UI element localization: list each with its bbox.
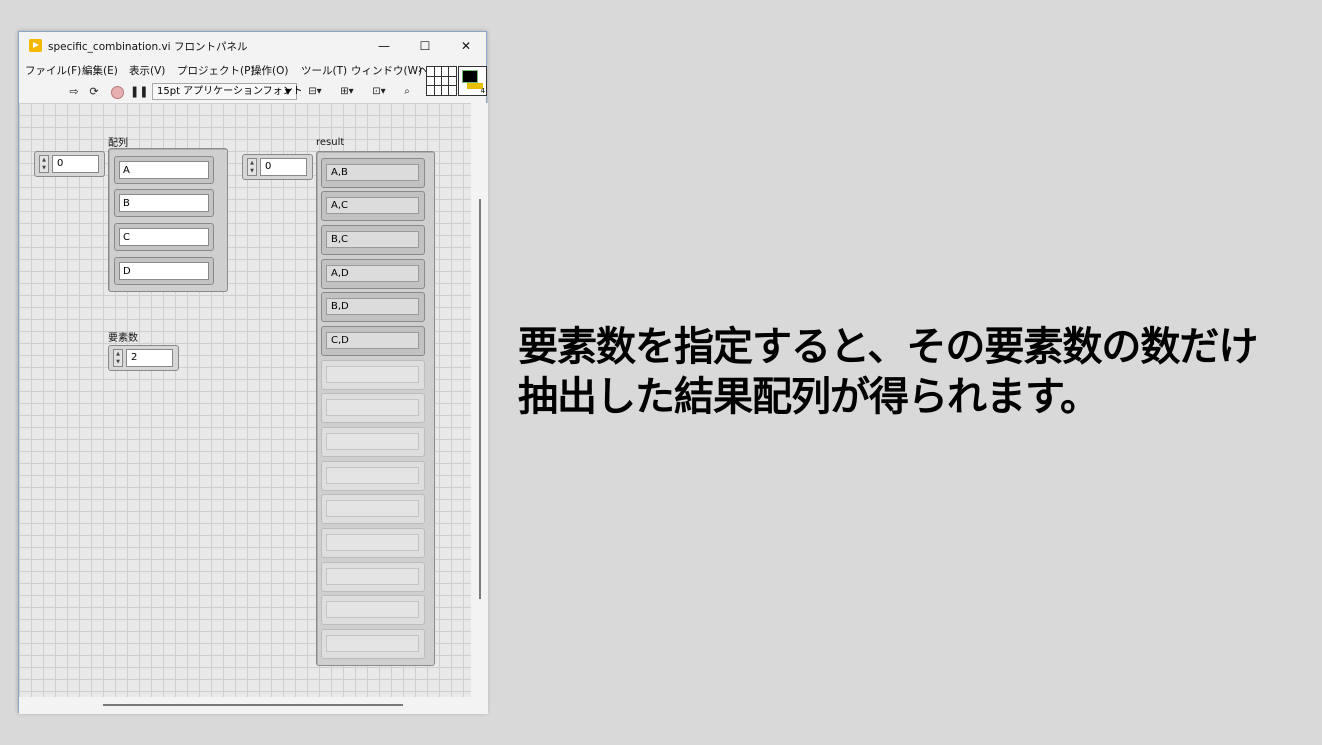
menu-tools[interactable]: ツール(T) [301,63,347,78]
pause-icon[interactable]: ❚❚ [130,83,148,100]
vi-icon-screen [462,70,478,83]
result-element-empty [321,360,425,390]
result-element: B,D [321,292,425,322]
result-element-empty [321,494,425,524]
result-element: C,D [321,326,425,356]
resize-icon[interactable]: ⊡▾ [367,83,391,100]
result-index-control[interactable]: ▲ ▼ 0 [242,154,313,180]
result-element: A,D [321,259,425,289]
toolbar: ⇨ ⟳ ❚❚ 15pt アプリケーションフォント ▼ ⊟▾ ⊞▾ ⊡▾ ⌕ [19,81,486,103]
result-element-value: A,B [326,164,419,181]
array-element-value[interactable]: B [119,194,209,212]
caption-text: 要素数を指定すると、その要素数の数だけ 抽出した結果配列が得られます。 [518,322,1258,422]
result-element: A,B [321,158,425,188]
result-element-empty [321,562,425,592]
result-index-value[interactable]: 0 [260,158,307,176]
element-count-value[interactable]: 2 [126,349,173,367]
result-element-value [326,534,419,551]
count-spinner[interactable]: ▲ ▼ [113,349,123,367]
array-element-value[interactable]: A [119,161,209,179]
result-label: result [316,137,345,148]
distribute-icon[interactable]: ⊞▾ [335,83,359,100]
close-button[interactable]: ✕ [453,36,479,56]
result-element-empty [321,393,425,423]
result-array: A,B A,C B,C A,D B,D C,D [316,151,435,666]
result-element-empty [321,461,425,491]
result-element-empty [321,427,425,457]
menu-edit[interactable]: 編集(E) [82,63,118,78]
menu-file[interactable]: ファイル(F) [25,63,81,78]
result-element-value: B,D [326,298,419,315]
result-element-value [326,467,419,484]
array-label: 配列 [108,138,128,149]
array-element-value[interactable]: D [119,262,209,280]
front-panel-window: specific_combination.vi フロントパネル — ☐ ✕ ファ… [18,31,488,714]
result-element: B,C [321,225,425,255]
result-element-value: A,D [326,265,419,282]
array-element: D [114,257,214,285]
font-select-label: 15pt アプリケーションフォント [157,86,303,97]
vertical-scrollbar[interactable] [471,103,488,697]
index-spinner[interactable]: ▲ ▼ [247,158,257,176]
chevron-down-icon: ▼ [284,87,291,96]
window-title: specific_combination.vi フロントパネル [48,41,248,53]
input-array: A B C D [108,148,228,292]
result-element-value: A,C [326,197,419,214]
array-element: B [114,189,214,217]
horizontal-scroll-thumb[interactable] [103,704,403,706]
font-select[interactable]: 15pt アプリケーションフォント ▼ [152,83,303,100]
result-element: A,C [321,191,425,221]
array-element-value[interactable]: C [119,228,209,246]
result-element-value: B,C [326,231,419,248]
result-element-value [326,399,419,416]
title-bar: specific_combination.vi フロントパネル — ☐ ✕ [19,32,486,60]
menu-project[interactable]: プロジェクト(P) [177,63,255,78]
result-element-value [326,366,419,383]
caption-line-2: 抽出した結果配列が得られます。 [518,374,1100,420]
search-icon[interactable]: ⌕ [397,83,417,100]
element-count-label: 要素数 [108,333,138,344]
result-element-empty [321,629,425,659]
connector-terminal-number: 4 [480,87,485,95]
abort-icon[interactable] [110,83,125,100]
result-element-empty [321,528,425,558]
array-index-control[interactable]: ▲ ▼ 0 [34,151,105,177]
caption-line-1: 要素数を指定すると、その要素数の数だけ [518,324,1258,370]
run-arrow-icon[interactable]: ⇨ [67,83,81,100]
result-element-empty [321,595,425,625]
result-element-value: C,D [326,332,419,349]
result-element-value [326,568,419,585]
menu-operate[interactable]: 操作(O) [251,63,288,78]
align-icon[interactable]: ⊟▾ [303,83,327,100]
array-index-value[interactable]: 0 [52,155,99,173]
run-continuously-icon[interactable]: ⟳ [86,83,102,100]
front-panel-canvas: 配列 ▲ ▼ 0 A B C D 要素数 ▲ ▼ 2 result ▲ ▼ 0 … [19,103,471,697]
labview-app-icon [29,39,42,52]
menu-bar: ファイル(F) 編集(E) 表示(V) プロジェクト(P) 操作(O) ツール(… [19,60,486,80]
array-element: A [114,156,214,184]
vertical-scroll-thumb[interactable] [479,199,481,599]
menu-view[interactable]: 表示(V) [129,63,165,78]
connector-pane-icon[interactable] [426,66,457,96]
result-element-value [326,500,419,517]
result-element-value [326,601,419,618]
menu-window[interactable]: ウィンドウ(W) [351,63,422,78]
result-element-value [326,635,419,652]
minimize-button[interactable]: — [371,36,397,56]
element-count-control[interactable]: ▲ ▼ 2 [108,345,179,371]
horizontal-scrollbar[interactable] [19,697,488,714]
index-spinner[interactable]: ▲ ▼ [39,155,49,173]
maximize-button[interactable]: ☐ [412,36,438,56]
vi-icon[interactable]: 4 [458,66,487,96]
result-element-value [326,433,419,450]
array-element: C [114,223,214,251]
